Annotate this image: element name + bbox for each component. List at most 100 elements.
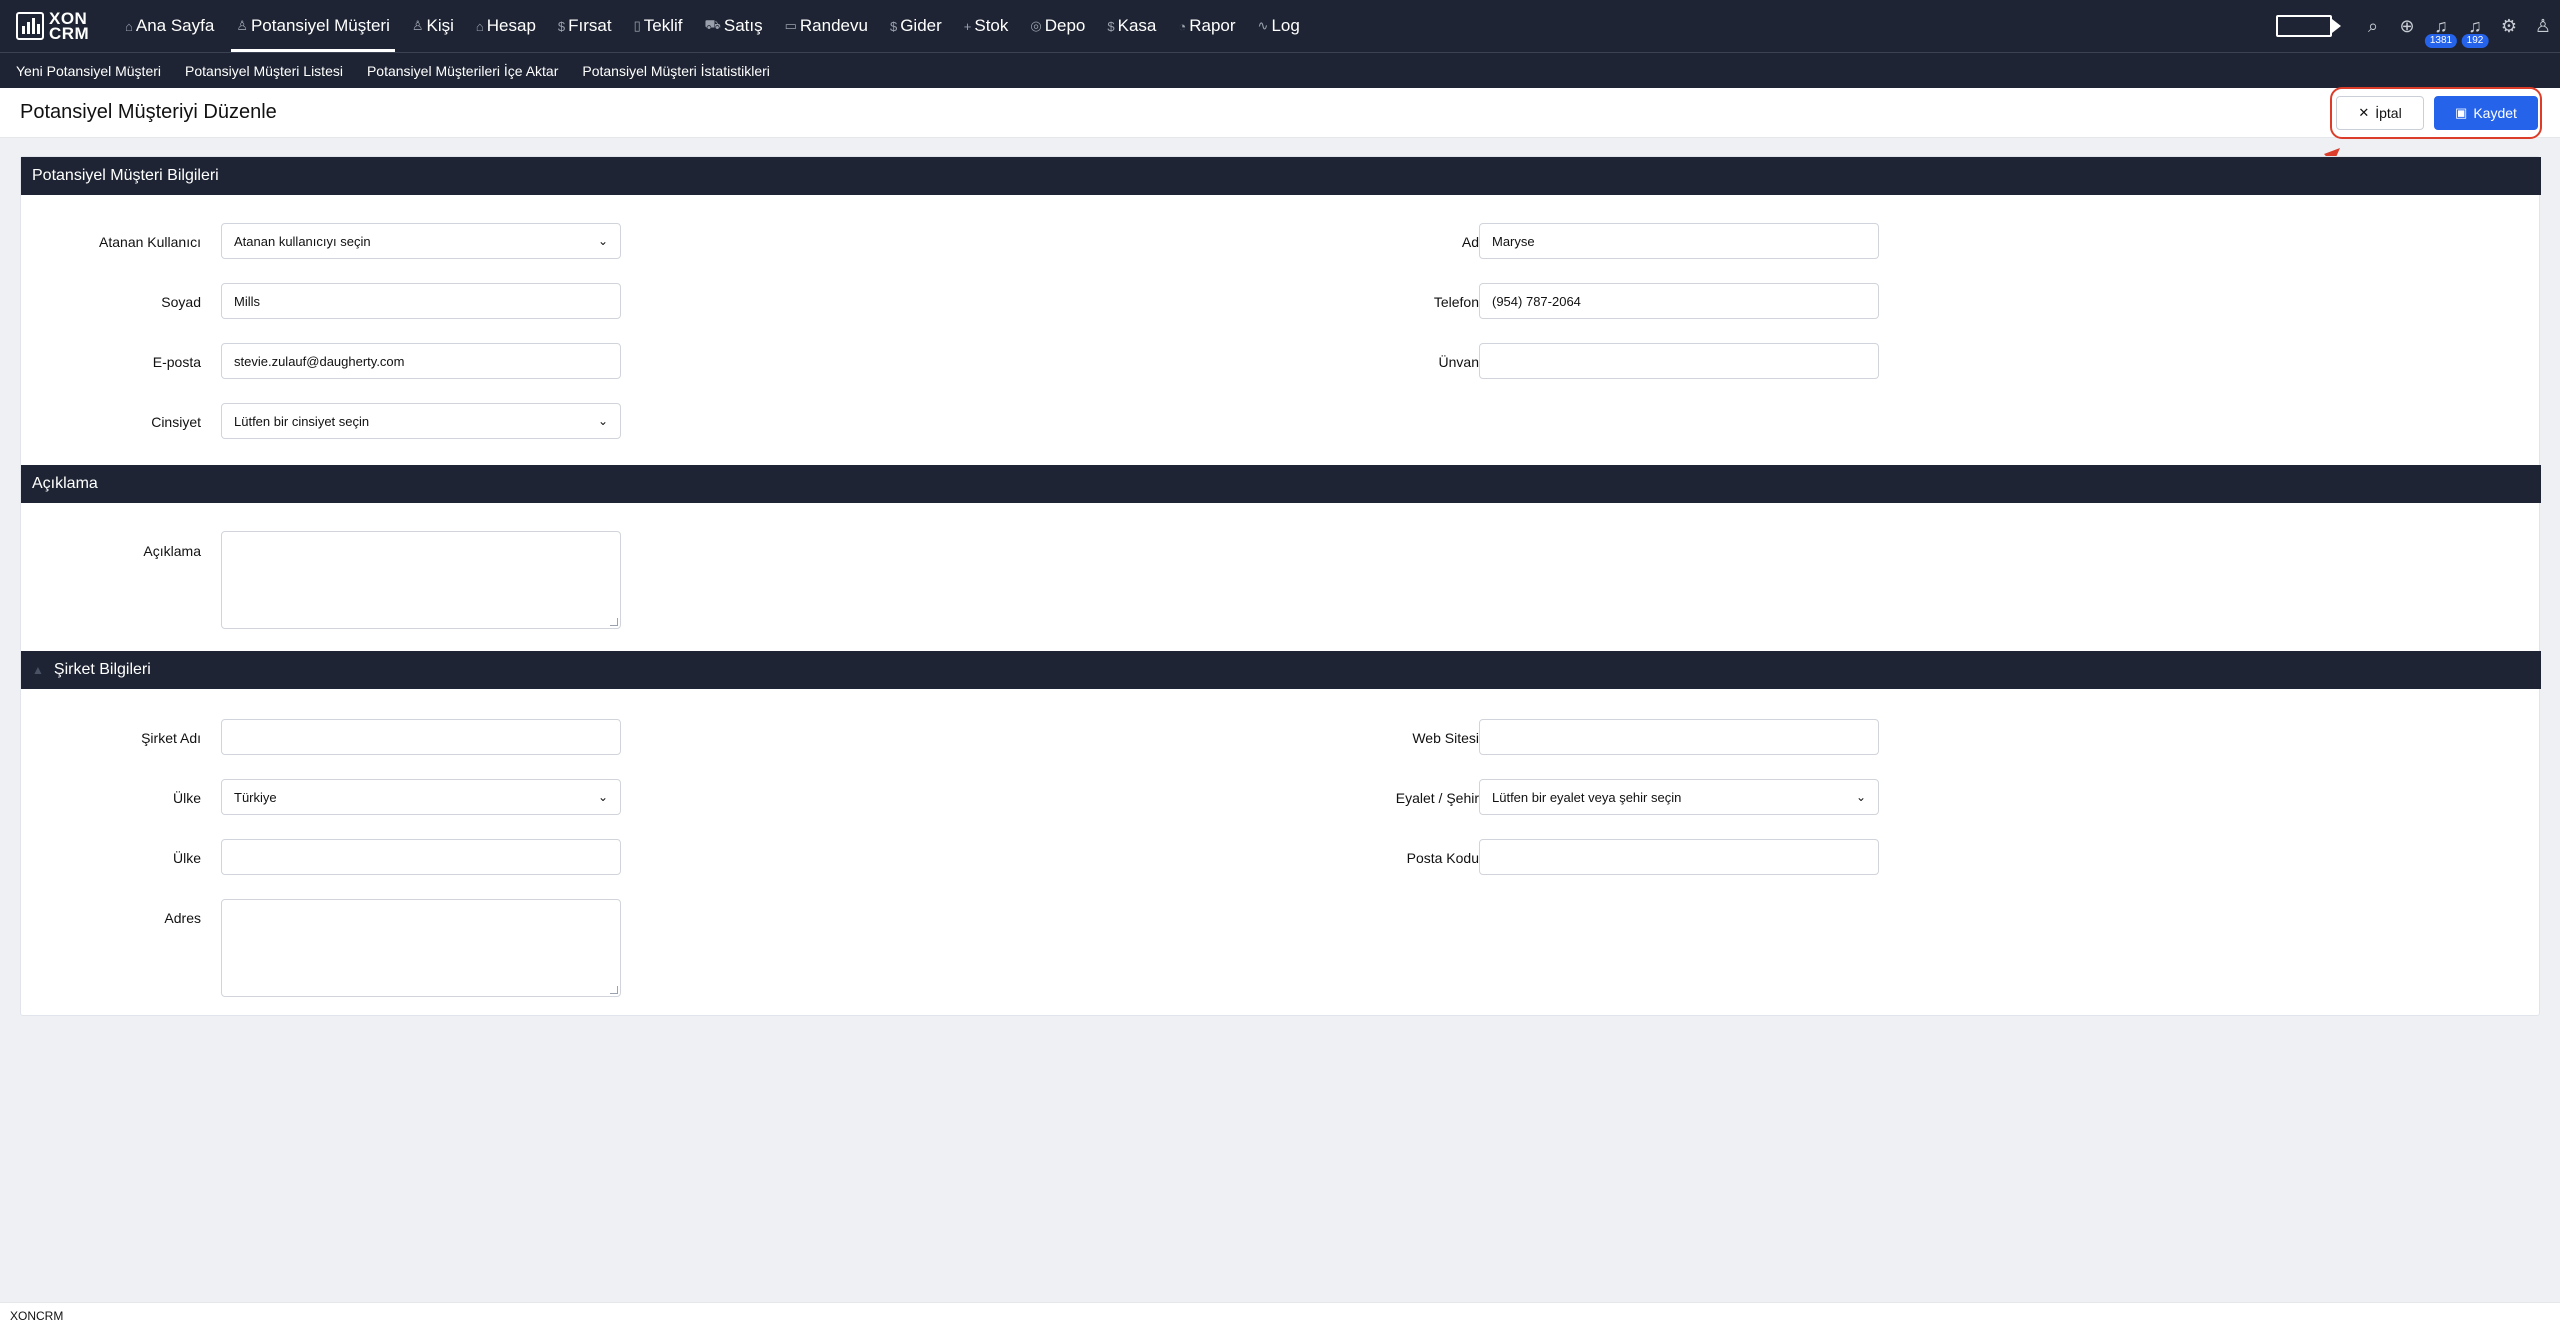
phone-input[interactable]: (954) 787-2064 <box>1479 283 1879 319</box>
country-select-label: Ülke <box>172 790 201 806</box>
dollar-icon: $ <box>557 18 566 34</box>
assigned-user-label: Atanan Kullanıcı <box>99 234 201 250</box>
main-nav: ⌂ Ana Sayfa ♙ Potansiyel Müşteri ♙ Kişi ⌂ Hesap… <box>114 0 1311 52</box>
nav-item-rapor[interactable]: ◔ Rapor <box>1167 0 1246 52</box>
nav-item-potansiyel-müşteri[interactable]: ♙ Potansiyel Müşteri <box>225 0 401 52</box>
country-select[interactable]: Türkiye ⌄ <box>221 779 621 815</box>
country-text-input[interactable] <box>221 839 621 875</box>
company-name-label: Şirket Adı <box>141 730 201 746</box>
nav-label: Potansiyel Müşteri <box>250 16 390 35</box>
website-input[interactable] <box>1479 719 1879 755</box>
header-tools: ⌕ ⊕ ♫ 1381 ♫ 192 ⚙ ♙ <box>2276 0 2560 52</box>
nav-label: Hesap <box>486 16 536 35</box>
job-title-input[interactable] <box>1479 343 1879 379</box>
nav-label: Kişi <box>426 16 454 35</box>
cancel-button[interactable]: ✕ İptal <box>2336 96 2424 130</box>
chevron-down-icon: ⌄ <box>597 234 608 248</box>
page-title: Potansiyel Müşteriyi Düzenle <box>20 101 277 123</box>
close-icon: ✕ <box>2358 105 2370 120</box>
nav-item-gider[interactable]: $ Gider <box>879 0 953 52</box>
dollar-icon: $ <box>889 18 898 34</box>
job-title-label: Ünvan <box>1438 354 1479 370</box>
document-icon: ▯ <box>633 18 641 33</box>
nav-item-fırsat[interactable]: $ Fırsat <box>547 0 623 52</box>
logo-text: XON CRM <box>49 9 90 43</box>
chevron-down-icon: ⌄ <box>1855 790 1866 804</box>
home-icon: ⌂ <box>125 18 133 34</box>
nav-label: Teklif <box>643 16 683 35</box>
nav-label: Gider <box>900 16 942 35</box>
address-textarea[interactable] <box>221 899 621 997</box>
subnav-import-leads[interactable]: Potansiyel Müşterileri İçe Aktar <box>355 63 570 79</box>
battery-icon <box>2276 15 2341 37</box>
country-text-label: Ülke <box>172 850 201 866</box>
nav-item-depo[interactable]: ◎ Depo <box>1019 0 1096 52</box>
nav-label: Satış <box>723 16 763 35</box>
lead-edit-form: Potansiyel Müşteri Bilgileri Atanan Kull… <box>20 156 2541 1016</box>
notification-bell-icon[interactable]: ♫ 1381 <box>2424 0 2458 52</box>
last-name-input[interactable]: Mills <box>221 283 621 319</box>
subnav-lead-statistics[interactable]: Potansiyel Müşteri İstatistikleri <box>570 63 782 79</box>
box-icon: ◎ <box>1030 18 1042 33</box>
building-icon: ⌂ <box>475 18 484 34</box>
subnav-lead-list[interactable]: Potansiyel Müşteri Listesi <box>173 63 355 79</box>
add-circle-icon[interactable]: ⊕ <box>2390 0 2424 52</box>
email-label: E-posta <box>152 354 201 370</box>
nav-label: Depo <box>1044 16 1086 35</box>
top-navbar: XON CRM ⌂ Ana Sayfa ♙ Potansiyel Müşteri ♙ Kiş… <box>0 0 2560 52</box>
assigned-user-select[interactable]: Atanan kullanıcıyı seçin ⌄ <box>221 223 621 259</box>
nav-item-ana-sayfa[interactable]: ⌂ Ana Sayfa <box>114 0 225 52</box>
nav-label: Randevu <box>799 16 868 35</box>
dollar-icon: $ <box>1107 18 1115 34</box>
nav-item-log[interactable]: ∿ Log <box>1247 0 1311 52</box>
sub-navbar: Yeni Potansiyel Müşteri Potansiyel Müşte… <box>0 52 2560 88</box>
postal-code-input[interactable] <box>1479 839 1879 875</box>
plus-icon: + <box>963 18 972 34</box>
last-name-label: Soyad <box>161 294 201 310</box>
description-textarea[interactable] <box>221 531 621 629</box>
search-icon[interactable]: ⌕ <box>2356 0 2390 52</box>
nav-label: Rapor <box>1189 16 1236 35</box>
nav-item-kişi[interactable]: ♙ Kişi <box>401 0 465 52</box>
user-icon: ♙ <box>236 18 248 33</box>
page-header: Potansiyel Müşteriyi Düzenle ✕ İptal ▣ Kay… <box>0 88 2560 138</box>
email-input[interactable]: stevie.zulauf@daugherty.com <box>221 343 621 379</box>
first-name-input[interactable]: Maryse <box>1479 223 1879 259</box>
nav-label: Log <box>1271 16 1300 35</box>
users-icon: ♙ <box>411 18 424 33</box>
xoncrm-logo[interactable]: XON CRM <box>16 10 96 42</box>
nav-item-teklif[interactable]: ▯ Teklif <box>623 0 694 52</box>
floppy-disk-icon: ▣ <box>2455 105 2468 120</box>
reminder-count-badge: 192 <box>2461 34 2489 48</box>
phone-label: Telefon <box>1433 294 1479 310</box>
company-name-input[interactable] <box>221 719 621 755</box>
address-label: Adres <box>164 910 201 926</box>
nav-item-hesap[interactable]: ⌂ Hesap <box>465 0 547 52</box>
nav-label: Fırsat <box>568 16 612 35</box>
section-lead-info-header: Potansiyel Müşteri Bilgileri <box>21 157 2541 195</box>
nav-item-satış[interactable]: ⛟ Satış <box>694 0 774 52</box>
nav-item-kasa[interactable]: $ Kasa <box>1096 0 1167 52</box>
state-city-label: Eyalet / Şehir <box>1395 790 1479 806</box>
calendar-icon: ▭ <box>784 18 797 33</box>
nav-item-randevu[interactable]: ▭ Randevu <box>774 0 879 52</box>
reminder-bell-icon[interactable]: ♫ 192 <box>2458 0 2492 52</box>
nav-label: Ana Sayfa <box>135 16 215 35</box>
gender-select[interactable]: Lütfen bir cinsiyet seçin ⌄ <box>221 403 621 439</box>
notification-count-badge: 1381 <box>2424 34 2458 48</box>
user-profile-icon[interactable]: ♙ <box>2526 0 2560 52</box>
nav-item-stok[interactable]: + Stok <box>953 0 1020 52</box>
save-button[interactable]: ▣ Kaydet <box>2434 96 2538 130</box>
collapse-caret-icon[interactable]: ▲ <box>32 663 44 677</box>
description-label: Açıklama <box>143 543 201 559</box>
cart-icon: ⛟ <box>704 17 721 32</box>
chevron-down-icon: ⌄ <box>597 790 608 804</box>
state-city-select[interactable]: Lütfen bir eyalet veya şehir seçin ⌄ <box>1479 779 1879 815</box>
chart-icon: ◔ <box>1178 18 1187 34</box>
gender-label: Cinsiyet <box>151 414 201 430</box>
gear-icon[interactable]: ⚙ <box>2492 0 2526 52</box>
nav-label: Stok <box>974 16 1009 35</box>
section-description-header: Açıklama <box>21 465 2541 503</box>
chevron-down-icon: ⌄ <box>597 414 608 428</box>
subnav-new-lead[interactable]: Yeni Potansiyel Müşteri <box>4 63 173 79</box>
